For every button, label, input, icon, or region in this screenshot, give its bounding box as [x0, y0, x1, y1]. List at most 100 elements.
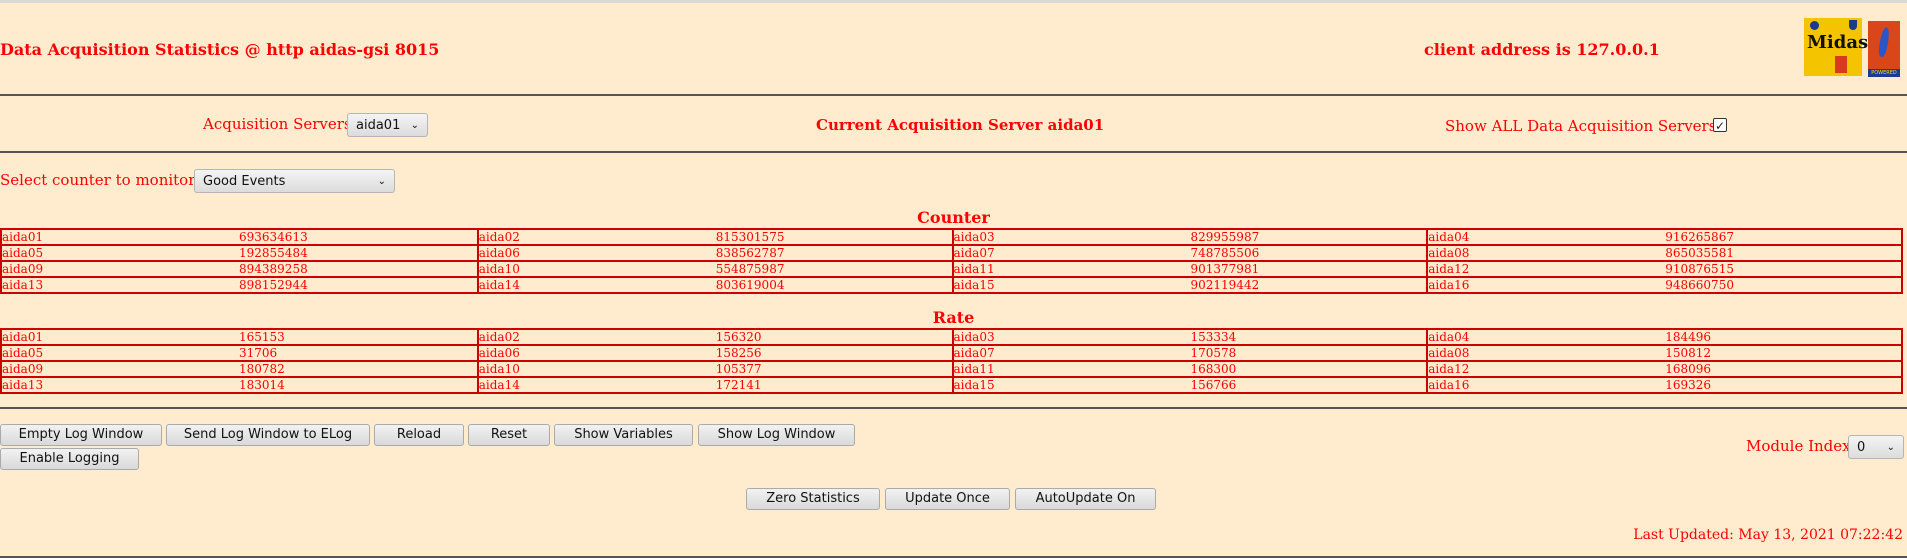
send-log-to-elog-button[interactable]: Send Log Window to ELog	[166, 424, 370, 446]
midas-logo: Midas	[1804, 18, 1868, 76]
show-all-servers-label: Show ALL Data Acquisition Servers?	[1445, 117, 1725, 135]
server-value: 169326	[1665, 378, 1712, 392]
page-title: Data Acquisition Statistics @ http aidas…	[0, 40, 440, 59]
server-value: 168300	[1190, 362, 1237, 376]
rate-table: aida01 165153 aida02 156320 aida03 153334 aida…	[0, 328, 1903, 394]
empty-log-window-button[interactable]: Empty Log Window	[0, 424, 162, 446]
zero-statistics-button[interactable]: Zero Statistics	[746, 488, 880, 510]
server-name: aida16	[1428, 378, 1470, 392]
server-cell: aida04 184496	[1426, 330, 1901, 344]
table-row: aida13 898152944 aida14 803619004 aida15 9021…	[0, 276, 1903, 294]
server-value: 554875987	[715, 262, 785, 276]
table-row: aida09 180782 aida10 105377 aida11 168300 aida…	[0, 360, 1903, 376]
server-name: aida06	[478, 346, 520, 360]
rate-title: Rate	[932, 308, 975, 327]
server-value: 158256	[715, 346, 762, 360]
server-cell: aida05 192855484	[2, 246, 477, 260]
server-cell: aida06 838562787	[476, 246, 952, 260]
server-name: aida12	[1428, 362, 1470, 376]
server-cell: aida07 748785506	[951, 246, 1427, 260]
server-cell: aida08 150812	[1426, 346, 1901, 360]
server-cell: aida03 153334	[951, 330, 1427, 344]
chevron-down-icon: ⌄	[377, 175, 386, 187]
counter-select[interactable]: Good Events ⌄	[194, 169, 395, 193]
server-value: 172141	[715, 378, 762, 392]
server-value: 948660750	[1665, 278, 1734, 292]
table-row: aida01 693634613 aida02 815301575 aida03 8299…	[0, 228, 1903, 244]
server-cell: aida13 183014	[2, 378, 477, 392]
table-row: aida05 192855484 aida06 838562787 aida07 7487…	[0, 244, 1903, 260]
table-row: aida13 183014 aida14 172141 aida15 156766 aida…	[0, 376, 1903, 394]
reset-button[interactable]: Reset	[468, 424, 550, 446]
server-name: aida06	[478, 246, 520, 260]
server-cell: aida10 554875987	[476, 262, 952, 276]
server-name: aida13	[2, 278, 44, 292]
chevron-down-icon: ⌄	[1886, 441, 1895, 453]
server-cell: aida14 803619004	[476, 278, 952, 292]
server-cell: aida12 910876515	[1426, 262, 1901, 276]
server-value: 184496	[1665, 330, 1712, 344]
server-cell: aida15 902119442	[951, 278, 1427, 292]
server-cell: aida10 105377	[476, 362, 952, 376]
server-name: aida04	[1428, 330, 1470, 344]
server-value: 165153	[239, 330, 285, 344]
divider	[0, 151, 1907, 153]
divider	[0, 407, 1907, 409]
server-value: 898152944	[239, 278, 308, 292]
server-name: aida07	[953, 246, 995, 260]
acquisition-server-select[interactable]: aida01 ⌄	[347, 113, 428, 137]
server-cell: aida15 156766	[951, 378, 1427, 392]
server-value: 105377	[715, 362, 762, 376]
server-cell: aida11 901377981	[951, 262, 1427, 276]
server-name: aida10	[478, 262, 520, 276]
table-row: aida01 165153 aida02 156320 aida03 153334 aida…	[0, 328, 1903, 344]
table-row: aida05 31706 aida06 158256 aida07 170578 aida0…	[0, 344, 1903, 360]
server-name: aida12	[1428, 262, 1470, 276]
module-index-label: Module Index	[1746, 437, 1851, 455]
chevron-down-icon: ⌄	[410, 119, 419, 131]
server-cell: aida01 693634613	[2, 230, 477, 244]
server-name: aida01	[2, 230, 44, 244]
server-name: aida11	[953, 362, 995, 376]
server-value: 168096	[1665, 362, 1712, 376]
server-name: aida11	[953, 262, 995, 276]
enable-logging-button[interactable]: Enable Logging	[0, 448, 139, 470]
show-all-servers-checkbox[interactable]: ✓	[1713, 118, 1727, 133]
server-value: 150812	[1665, 346, 1712, 360]
reload-button[interactable]: Reload	[374, 424, 464, 446]
server-cell: aida04 916265867	[1426, 230, 1901, 244]
server-value: 31706	[239, 346, 278, 360]
server-value: 829955987	[1190, 230, 1260, 244]
acquisition-servers-label: Acquisition Servers	[203, 115, 352, 133]
module-index-select[interactable]: 0 ⌄	[1848, 435, 1904, 459]
server-cell: aida03 829955987	[951, 230, 1427, 244]
server-cell: aida09 180782	[2, 362, 477, 376]
server-value: 693634613	[239, 230, 308, 244]
tcl-logo: POWERED	[1868, 21, 1900, 77]
server-value: 156320	[715, 330, 762, 344]
autoupdate-button[interactable]: AutoUpdate On	[1015, 488, 1156, 510]
show-variables-button[interactable]: Show Variables	[554, 424, 693, 446]
server-cell: aida07 170578	[951, 346, 1427, 360]
server-name: aida05	[2, 346, 44, 360]
server-name: aida02	[478, 230, 520, 244]
server-value: 901377981	[1190, 262, 1260, 276]
server-value: 180782	[239, 362, 285, 376]
server-cell: aida08 865035581	[1426, 246, 1901, 260]
server-name: aida03	[953, 330, 995, 344]
server-cell: aida13 898152944	[2, 278, 477, 292]
server-cell: aida14 172141	[476, 378, 952, 392]
server-cell: aida01 165153	[2, 330, 477, 344]
server-value: 192855484	[239, 246, 308, 260]
server-name: aida02	[478, 330, 520, 344]
server-value: 815301575	[715, 230, 785, 244]
show-log-window-button[interactable]: Show Log Window	[698, 424, 855, 446]
table-row: aida09 894389258 aida10 554875987 aida11 9013…	[0, 260, 1903, 276]
update-once-button[interactable]: Update Once	[885, 488, 1010, 510]
current-server: Current Acquisition Server aida01	[816, 116, 1105, 134]
server-value: 183014	[239, 378, 285, 392]
server-name: aida04	[1428, 230, 1470, 244]
server-cell: aida05 31706	[2, 346, 477, 360]
server-cell: aida09 894389258	[2, 262, 477, 276]
server-value: 838562787	[715, 246, 785, 260]
